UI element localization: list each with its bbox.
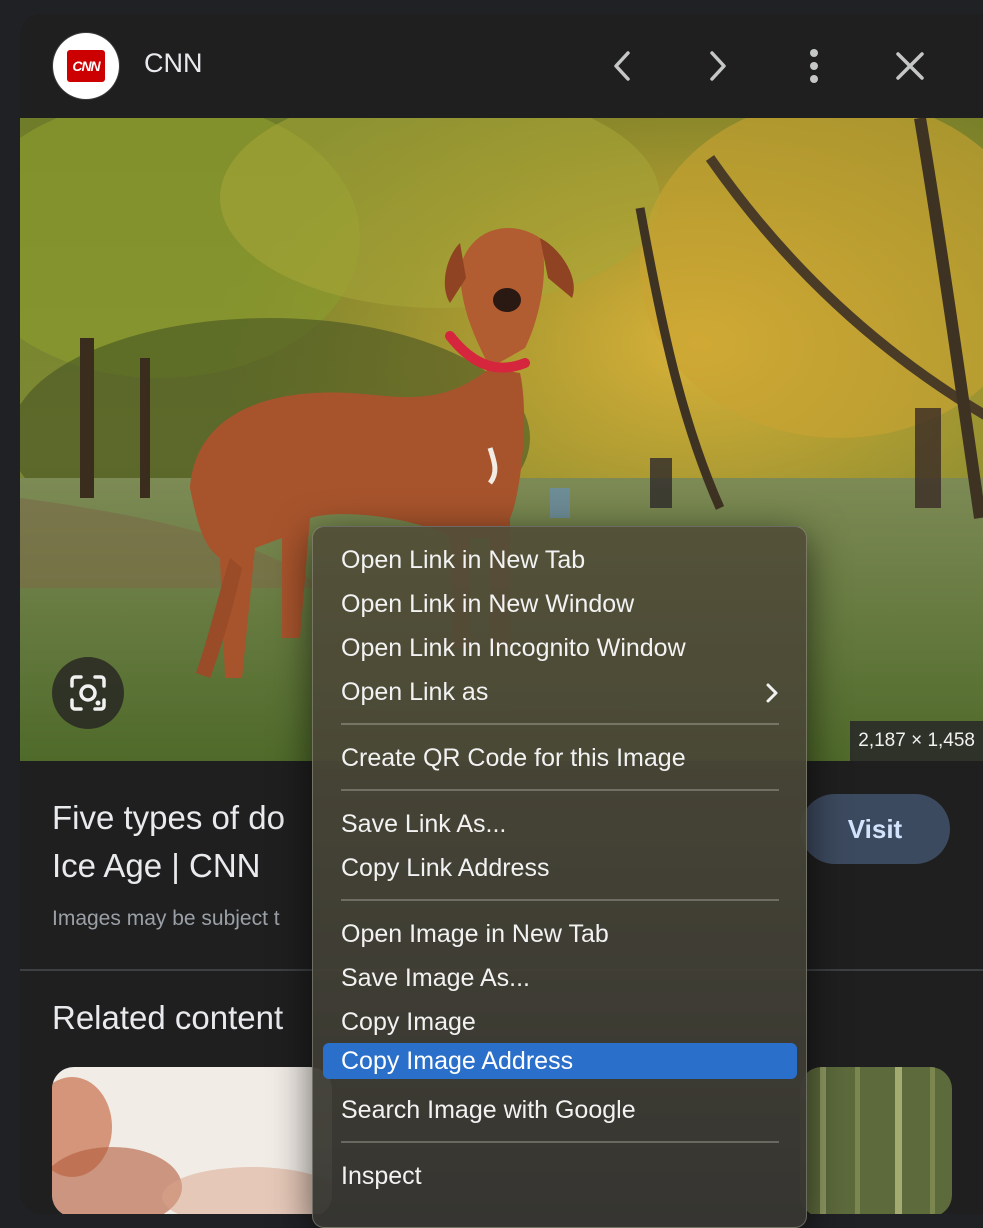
- menu-item-search-image-google[interactable]: Search Image with Google: [323, 1092, 797, 1128]
- source-name[interactable]: CNN: [144, 48, 203, 79]
- related-thumbnail[interactable]: [52, 1067, 332, 1214]
- chevron-left-icon: [614, 51, 630, 81]
- result-title-line2: Ice Age | CNN: [52, 847, 261, 884]
- next-button[interactable]: [694, 42, 742, 90]
- menu-item-copy-image[interactable]: Copy Image: [323, 1004, 797, 1040]
- viewer-header: CNN CNN: [20, 14, 983, 118]
- google-lens-icon: [70, 675, 106, 711]
- result-title[interactable]: Five types of do Ice Age | CNN: [52, 794, 352, 890]
- context-menu: Open Link in New Tab Open Link in New Wi…: [312, 526, 807, 1228]
- menu-item-open-link-new-tab[interactable]: Open Link in New Tab: [323, 542, 797, 578]
- chevron-right-icon: [766, 683, 778, 703]
- result-title-line1: Five types of do: [52, 799, 285, 836]
- copyright-notice: Images may be subject t: [52, 907, 280, 930]
- visit-button[interactable]: Visit: [800, 794, 950, 864]
- menu-item-copy-image-address[interactable]: Copy Image Address: [323, 1043, 797, 1079]
- close-icon: [896, 52, 924, 80]
- related-thumbnail[interactable]: [800, 1067, 952, 1214]
- menu-separator: [341, 789, 779, 791]
- menu-separator: [341, 1141, 779, 1143]
- menu-item-open-link-incognito[interactable]: Open Link in Incognito Window: [323, 630, 797, 666]
- more-vert-icon: [810, 49, 818, 83]
- related-thumbnail-image: [52, 1067, 332, 1214]
- related-content-heading: Related content: [52, 999, 284, 1036]
- menu-item-save-link-as[interactable]: Save Link As...: [323, 806, 797, 842]
- image-dimensions: 2,187 × 1,458: [850, 721, 983, 761]
- google-lens-button[interactable]: [52, 657, 124, 729]
- chevron-right-icon: [710, 51, 726, 81]
- menu-item-create-qr-code[interactable]: Create QR Code for this Image: [323, 740, 797, 776]
- menu-item-open-link-as-label: Open Link as: [341, 678, 489, 706]
- menu-item-save-image-as[interactable]: Save Image As...: [323, 960, 797, 996]
- more-options-button[interactable]: [790, 42, 838, 90]
- close-button[interactable]: [886, 42, 934, 90]
- menu-item-copy-link-address[interactable]: Copy Link Address: [323, 850, 797, 886]
- menu-separator: [341, 899, 779, 901]
- menu-separator: [341, 723, 779, 725]
- menu-item-open-link-new-window[interactable]: Open Link in New Window: [323, 586, 797, 622]
- cnn-logo-icon: CNN: [67, 50, 105, 82]
- previous-button[interactable]: [598, 42, 646, 90]
- related-thumbnail-image: [800, 1067, 952, 1214]
- menu-item-inspect[interactable]: Inspect: [323, 1158, 797, 1194]
- source-logo[interactable]: CNN: [53, 33, 119, 99]
- menu-item-open-image-new-tab[interactable]: Open Image in New Tab: [323, 916, 797, 952]
- menu-item-open-link-as[interactable]: Open Link as: [323, 674, 797, 710]
